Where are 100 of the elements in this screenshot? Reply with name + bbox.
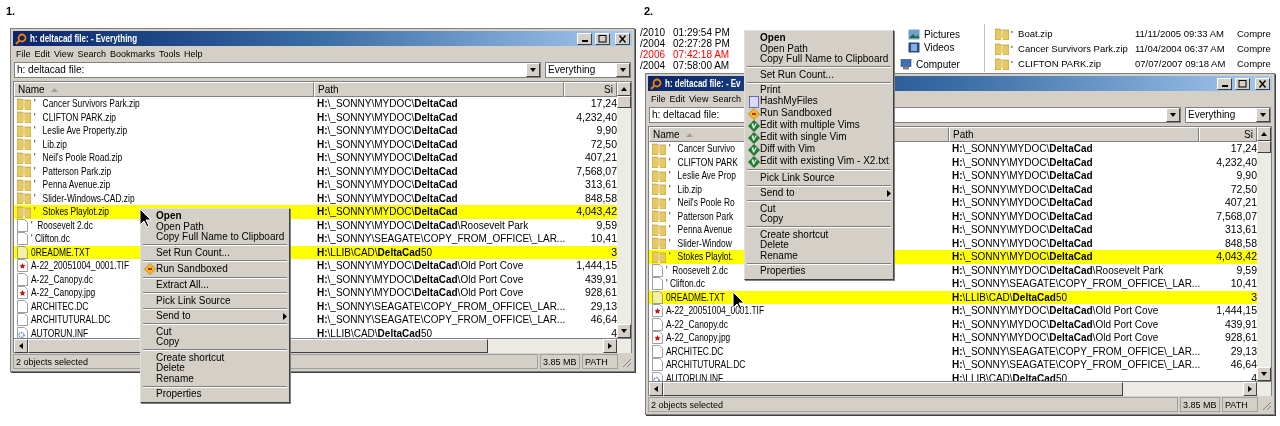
file-name: ' Clifton.dc [666, 277, 705, 291]
file-name: ' CLIFTON PARK.zip [34, 110, 117, 124]
file-name: AUTORUN.INF [31, 326, 89, 338]
file-path: H:\_SONNY\MYDOC\DeltaCad\Old Port Cove [951, 331, 1160, 345]
time-text: 01:29:54 PM [673, 27, 730, 38]
file-path: H:\_SONNY\MYDOC\DeltaCad\Old Port Cove [316, 259, 525, 273]
file-size: 72,50 [589, 137, 617, 151]
file-path: H:\_SONNY\MYDOC\DeltaCad [951, 169, 1094, 183]
window-title: h: deltacad file: - Ev [665, 77, 741, 90]
status-text: PATH [582, 354, 618, 369]
file-date: 11/04/2004 06:37 AM [1135, 42, 1226, 55]
file-size: 10,41 [589, 232, 617, 246]
file-size: 3 [1250, 290, 1257, 304]
file-name: A-22_Canopy.dc [666, 317, 728, 331]
file-name: ' Clifton.dc [31, 232, 70, 246]
file-size: 17,24 [589, 97, 617, 111]
file-size: 3 [610, 245, 617, 259]
time-text: 02:27:28 PM [673, 38, 730, 49]
file-size: 407,21 [1223, 196, 1257, 210]
file-size: 1,444,15 [1215, 304, 1257, 318]
file-size: 4,043,42 [1215, 250, 1257, 264]
file-size: 10,41 [1229, 277, 1257, 291]
file-size: 4,232,40 [1215, 155, 1257, 169]
file-path: H:\_SONNY\MYDOC\DeltaCad\Old Port Cove [316, 272, 525, 286]
file-size: 439,91 [583, 272, 617, 286]
file-name: A-22_Canopy.jpg [31, 286, 96, 300]
file-path: H:\_SONNY\MYDOC\DeltaCad [951, 209, 1094, 223]
file-size: 46,64 [1229, 358, 1257, 372]
date-text: /2010 [640, 27, 666, 38]
file-size: 9,59 [595, 218, 617, 232]
file-path: H:\_SONNY\SEAGATE\COPY_FROM_OFFICE\_LAR... [951, 277, 1199, 291]
file-path: H:\_SONNY\SEAGATE\COPY_FROM_OFFICE\_LAR... [951, 344, 1199, 358]
file-name: ' Cancer Survivors Park.zip [1011, 42, 1128, 55]
file-name: ARCHITEC.DC [666, 344, 724, 358]
file-name: 0README.TXT [666, 290, 725, 304]
file-path: H:\_SONNY\SEAGATE\COPY_FROM_OFFICE\_LAR... [316, 313, 564, 327]
file-name: ' Penna Avenue [669, 223, 733, 237]
file-name: ' Stokes Playlot.zip [34, 205, 109, 219]
file-size: 313,61 [1223, 223, 1257, 237]
file-date: 07/07/2007 09:18 AM [1135, 57, 1227, 70]
status-text: 2 objects selected [648, 397, 1178, 412]
file-size: 4 [610, 326, 617, 338]
file-name: ' Slider-Window [669, 236, 732, 250]
file-size: 4,043,42 [575, 205, 617, 219]
file-path: H:\_SONNY\MYDOC\DeltaCad [316, 124, 459, 138]
file-size: 4 [1250, 371, 1257, 381]
file-type: Compre [1237, 27, 1271, 40]
file-name: A-22_Canopy.dc [31, 272, 93, 286]
file-size: 1,444,15 [575, 259, 617, 273]
file-name: ' CLIFTON PARK.zip [1011, 57, 1102, 70]
file-name: ' Neil's Poole Road.zip [34, 151, 123, 165]
panel-label: 1. [6, 5, 16, 18]
file-type: Compre [1237, 57, 1271, 70]
file-path: H:\_SONNY\MYDOC\DeltaCad [316, 151, 459, 165]
file-size: 407,21 [583, 151, 617, 165]
file-size: 439,91 [1223, 317, 1257, 331]
file-name: ' Cancer Survivors Park.zip [34, 97, 140, 111]
panel-label: 2. [644, 5, 654, 18]
file-name: ' Lib.zip [34, 137, 67, 151]
date-text: /2004 [640, 38, 666, 49]
file-size: 17,24 [1229, 142, 1257, 156]
file-name: ' Patterson Park.zip [34, 164, 112, 178]
file-size: 29,13 [1229, 344, 1257, 358]
file-size: 4,232,40 [575, 110, 617, 124]
file-path: H:\_SONNY\MYDOC\DeltaCad\Old Port Cove [316, 286, 525, 300]
file-name: ' Stokes Playlot. [669, 250, 734, 264]
file-name: A-22_20051004_0001.TIF [666, 304, 765, 318]
window-title: h: deltacad file: - Everything [30, 32, 138, 45]
status-text: PATH [1222, 397, 1258, 412]
file-path: H:\_SONNY\MYDOC\DeltaCad [951, 223, 1094, 237]
file-path: H:\_SONNY\MYDOC\DeltaCad [316, 137, 459, 151]
file-name: ' Lib.zip [669, 182, 702, 196]
file-size: 848,58 [583, 191, 617, 205]
file-path: H:\_SONNY\MYDOC\DeltaCad [316, 178, 459, 192]
file-path: H:\_SONNY\MYDOC\DeltaCad [951, 250, 1094, 264]
file-path: H:\_SONNY\MYDOC\DeltaCad [951, 182, 1094, 196]
file-path: H:\_SONNY\SEAGATE\COPY_FROM_OFFICE\_LAR... [316, 299, 564, 313]
file-name: ' Patterson Park [669, 209, 734, 223]
file-name: ARCHITUTURAL.DC [666, 358, 746, 372]
file-size: 848,58 [1223, 236, 1257, 250]
file-size: 9,90 [595, 124, 617, 138]
file-type: Compre [1237, 42, 1271, 55]
file-path: H:\_SONNY\MYDOC\DeltaCad [316, 164, 459, 178]
file-path: H:\_SONNY\MYDOC\DeltaCad [951, 196, 1094, 210]
file-path: H:\LLIB\CAD\DeltaCad50 [951, 290, 1069, 304]
date-text: /2006 [640, 49, 666, 60]
file-path: H:\_SONNY\MYDOC\DeltaCad [316, 110, 459, 124]
file-path: H:\_SONNY\MYDOC\DeltaCad [951, 236, 1094, 250]
file-name: ' CLIFTON PARK [669, 155, 738, 169]
file-name: ' Slider-Windows-CAD.zip [34, 191, 135, 205]
file-path: H:\_SONNY\MYDOC\DeltaCad\Old Port Cove [951, 317, 1160, 331]
file-name: A-22_Canopy.jpg [666, 331, 731, 345]
file-path: H:\_SONNY\MYDOC\DeltaCad\Roosevelt Park [316, 218, 530, 232]
file-size: 928,61 [583, 286, 617, 300]
file-size: 72,50 [1229, 182, 1257, 196]
file-name: ' Roosevelt 2.dc [31, 218, 93, 232]
file-path: H:\_SONNY\MYDOC\DeltaCad [316, 205, 459, 219]
file-name: ' Leslie Ave Property.zip [34, 124, 128, 138]
file-path: H:\_SONNY\MYDOC\DeltaCad [951, 155, 1094, 169]
file-path: H:\LLIB\CAD\DeltaCad50 [951, 371, 1069, 381]
